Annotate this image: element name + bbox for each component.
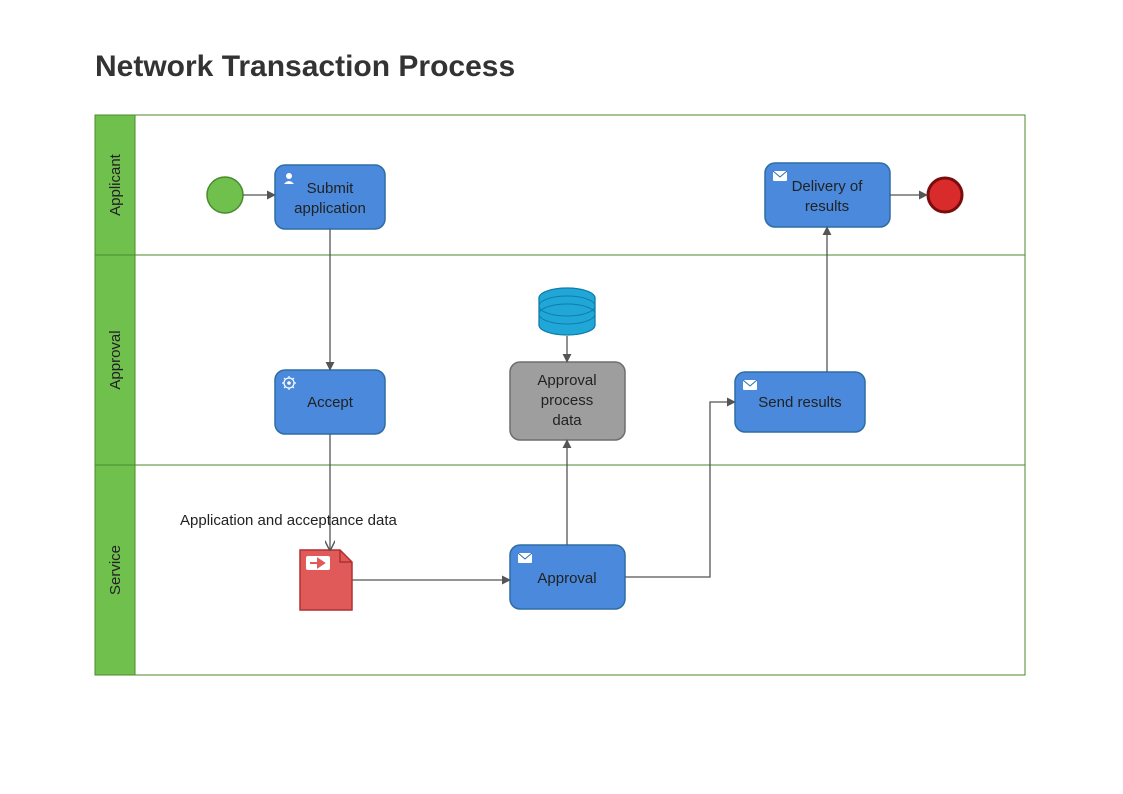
end-event xyxy=(928,178,962,212)
task-send-results: Send results xyxy=(735,372,865,432)
svg-text:results: results xyxy=(805,198,849,215)
data-store xyxy=(539,288,595,335)
envelope-icon xyxy=(773,171,787,181)
envelope-icon xyxy=(743,380,757,390)
task-approval-process-data: Approval process data xyxy=(510,362,625,440)
lane-label-applicant: Applicant xyxy=(107,153,124,216)
svg-text:process: process xyxy=(541,392,594,409)
svg-text:Send results: Send results xyxy=(758,394,841,411)
envelope-icon xyxy=(518,553,532,563)
svg-text:Approval: Approval xyxy=(537,570,596,587)
svg-text:application: application xyxy=(294,200,366,217)
task-delivery-results: Delivery of results xyxy=(765,163,890,227)
task-submit-application: Submit application xyxy=(275,165,385,229)
data-object-application xyxy=(300,550,352,610)
start-event xyxy=(207,177,243,213)
bpmn-diagram: Applicant Approval Service Submit applic… xyxy=(0,0,1123,794)
lane-label-service: Service xyxy=(107,545,124,595)
svg-text:Accept: Accept xyxy=(307,394,354,411)
svg-text:data: data xyxy=(552,412,582,429)
task-approval: Approval xyxy=(510,545,625,609)
svg-text:Approval: Approval xyxy=(537,372,596,389)
arrow-icon xyxy=(306,556,330,570)
annotation-text: Application and acceptance data xyxy=(180,512,397,529)
svg-text:Submit: Submit xyxy=(307,180,355,197)
lane-label-approval: Approval xyxy=(107,330,124,389)
task-accept: Accept xyxy=(275,370,385,434)
svg-text:Delivery of: Delivery of xyxy=(792,178,864,195)
gear-icon xyxy=(282,376,296,390)
